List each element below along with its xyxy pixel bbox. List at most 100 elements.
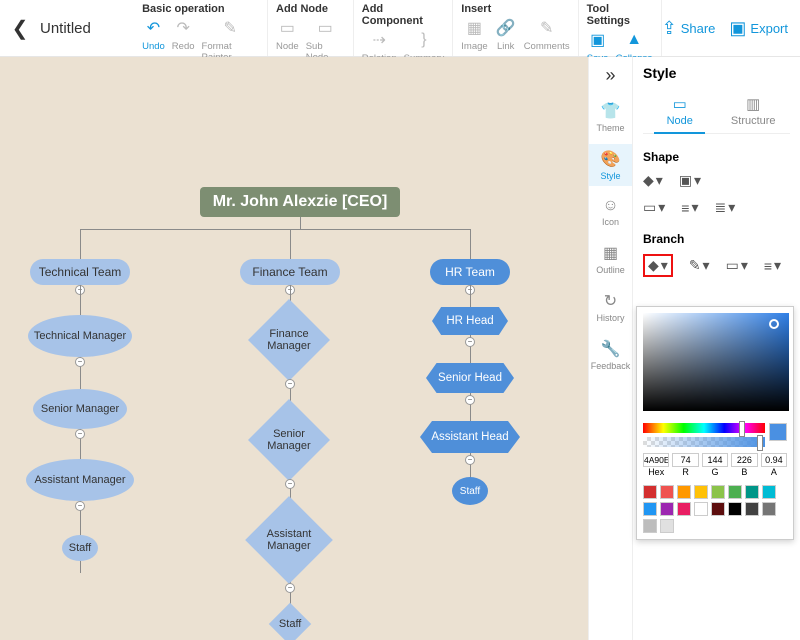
- b-input[interactable]: [731, 453, 757, 467]
- collapse-toggle[interactable]: −: [75, 429, 85, 439]
- node-tech-mgr[interactable]: Technical Manager: [28, 315, 132, 357]
- branch-pen-button[interactable]: ✎▾: [689, 254, 710, 277]
- export-icon: ▣: [729, 18, 746, 39]
- shape-rect-button[interactable]: ▭▾: [643, 199, 665, 216]
- rail-history[interactable]: ↻History: [589, 286, 633, 328]
- document-title[interactable]: Untitled: [40, 20, 91, 37]
- collapse-toggle[interactable]: −: [285, 583, 295, 593]
- gradient-handle[interactable]: [769, 319, 779, 329]
- node-hr-senior[interactable]: Senior Head: [426, 363, 514, 393]
- swatch[interactable]: [660, 519, 674, 533]
- node-fin-senior[interactable]: Senior Manager: [248, 399, 330, 481]
- back-button[interactable]: ❮: [0, 16, 40, 41]
- shape-line-button[interactable]: ≡▾: [681, 199, 698, 216]
- swatch[interactable]: [660, 502, 674, 516]
- node-tech-staff[interactable]: Staff: [62, 535, 98, 561]
- g-input[interactable]: [702, 453, 728, 467]
- section-branch: Branch: [643, 232, 790, 246]
- branch-line-button[interactable]: ≡▾: [764, 254, 781, 277]
- export-button[interactable]: ▣Export: [729, 18, 788, 39]
- collapse-toggle[interactable]: −: [465, 455, 475, 465]
- fill-icon: ◆: [648, 257, 659, 274]
- swatch[interactable]: [745, 502, 759, 516]
- branch-fill-highlight: ◆▾: [643, 254, 673, 277]
- swatch[interactable]: [677, 502, 691, 516]
- alpha-slider[interactable]: [643, 437, 765, 447]
- swatch[interactable]: [711, 502, 725, 516]
- node-root[interactable]: Mr. John Alexzie [CEO]: [200, 187, 400, 217]
- node-tech-team[interactable]: Technical Team: [30, 259, 130, 285]
- swatch[interactable]: [762, 502, 776, 516]
- line-icon: ≡: [764, 258, 772, 274]
- group-insert: Insert ▦Image 🔗Link ✎Comments: [453, 0, 578, 56]
- hex-label: Hex: [643, 467, 669, 477]
- connector: [80, 229, 81, 259]
- b-label: B: [731, 467, 757, 477]
- swatch[interactable]: [728, 502, 742, 516]
- connector: [300, 215, 301, 229]
- swatch[interactable]: [711, 485, 725, 499]
- link-button[interactable]: 🔗Link: [495, 17, 517, 52]
- node-hr-staff[interactable]: Staff: [452, 477, 488, 505]
- connector: [470, 229, 471, 259]
- redo-icon: ↷: [172, 17, 194, 39]
- a-input[interactable]: [761, 453, 787, 467]
- smile-icon: ☺: [602, 197, 618, 215]
- canvas[interactable]: Mr. John Alexzie [CEO] Technical Team − …: [0, 57, 588, 640]
- group-tool-settings: Tool Settings ▣Save ▲Collapse: [579, 0, 662, 56]
- r-label: R: [672, 467, 698, 477]
- collapse-toggle[interactable]: −: [285, 479, 295, 489]
- node-fin-team[interactable]: Finance Team: [240, 259, 340, 285]
- rail-style[interactable]: 🎨Style: [589, 144, 633, 186]
- rail-feedback[interactable]: 🔧Feedback: [589, 334, 633, 376]
- collapse-toggle[interactable]: −: [465, 337, 475, 347]
- structure-tab-icon: ▥: [717, 95, 791, 113]
- current-color-swatch: [769, 423, 787, 441]
- node-hr-team[interactable]: HR Team: [430, 259, 510, 285]
- node-fin-assistant[interactable]: Assistant Manager: [245, 496, 333, 584]
- collapse-toggle[interactable]: −: [465, 395, 475, 405]
- branch-fill-button[interactable]: ◆▾: [648, 257, 668, 274]
- rail-icon[interactable]: ☺Icon: [589, 192, 633, 232]
- branch-rect-button[interactable]: ▭▾: [726, 254, 748, 277]
- node-hr-assistant[interactable]: Assistant Head: [420, 421, 520, 453]
- collapse-panel-button[interactable]: »: [591, 65, 631, 86]
- group-toolset-label: Tool Settings: [585, 0, 655, 27]
- swatch[interactable]: [660, 485, 674, 499]
- swatch[interactable]: [762, 485, 776, 499]
- swatch[interactable]: [745, 485, 759, 499]
- collapse-toggle[interactable]: −: [75, 357, 85, 367]
- rail-theme[interactable]: 👕Theme: [589, 96, 633, 138]
- node-tech-senior[interactable]: Senior Manager: [33, 389, 127, 429]
- hex-input[interactable]: [643, 453, 669, 467]
- shape-preset-button[interactable]: ▣▾: [679, 172, 701, 189]
- node-fin-staff[interactable]: Staff: [269, 603, 311, 640]
- comments-button[interactable]: ✎Comments: [524, 17, 570, 52]
- swatch[interactable]: [643, 502, 657, 516]
- r-input[interactable]: [672, 453, 698, 467]
- swatch[interactable]: [643, 485, 657, 499]
- image-button[interactable]: ▦Image: [461, 17, 487, 52]
- group-addnode-label: Add Node: [274, 0, 347, 15]
- node-hr-head[interactable]: HR Head: [432, 307, 508, 335]
- tab-structure[interactable]: ▥Structure: [717, 95, 791, 133]
- collapse-toggle[interactable]: −: [285, 379, 295, 389]
- tab-node[interactable]: ▭Node: [643, 95, 717, 133]
- shape-fill-button[interactable]: ◆▾: [643, 172, 663, 189]
- node-tech-assistant[interactable]: Assistant Manager: [26, 459, 134, 501]
- swatch[interactable]: [694, 485, 708, 499]
- swatch[interactable]: [728, 485, 742, 499]
- collapse-toggle[interactable]: −: [75, 501, 85, 511]
- hue-slider[interactable]: [643, 423, 765, 433]
- rail-outline[interactable]: ▦Outline: [589, 238, 633, 280]
- preset-icon: ▣: [679, 172, 692, 189]
- node-fin-mgr[interactable]: Finance Manager: [248, 299, 330, 381]
- swatch[interactable]: [643, 519, 657, 533]
- swatch[interactable]: [694, 502, 708, 516]
- share-button[interactable]: ⇪Share: [662, 18, 716, 39]
- color-gradient[interactable]: [643, 313, 789, 411]
- group-addcomp-label: Add Component: [360, 0, 447, 27]
- grid-icon: ▦: [603, 243, 618, 263]
- shape-dash-button[interactable]: ≣▾: [714, 199, 735, 216]
- swatch[interactable]: [677, 485, 691, 499]
